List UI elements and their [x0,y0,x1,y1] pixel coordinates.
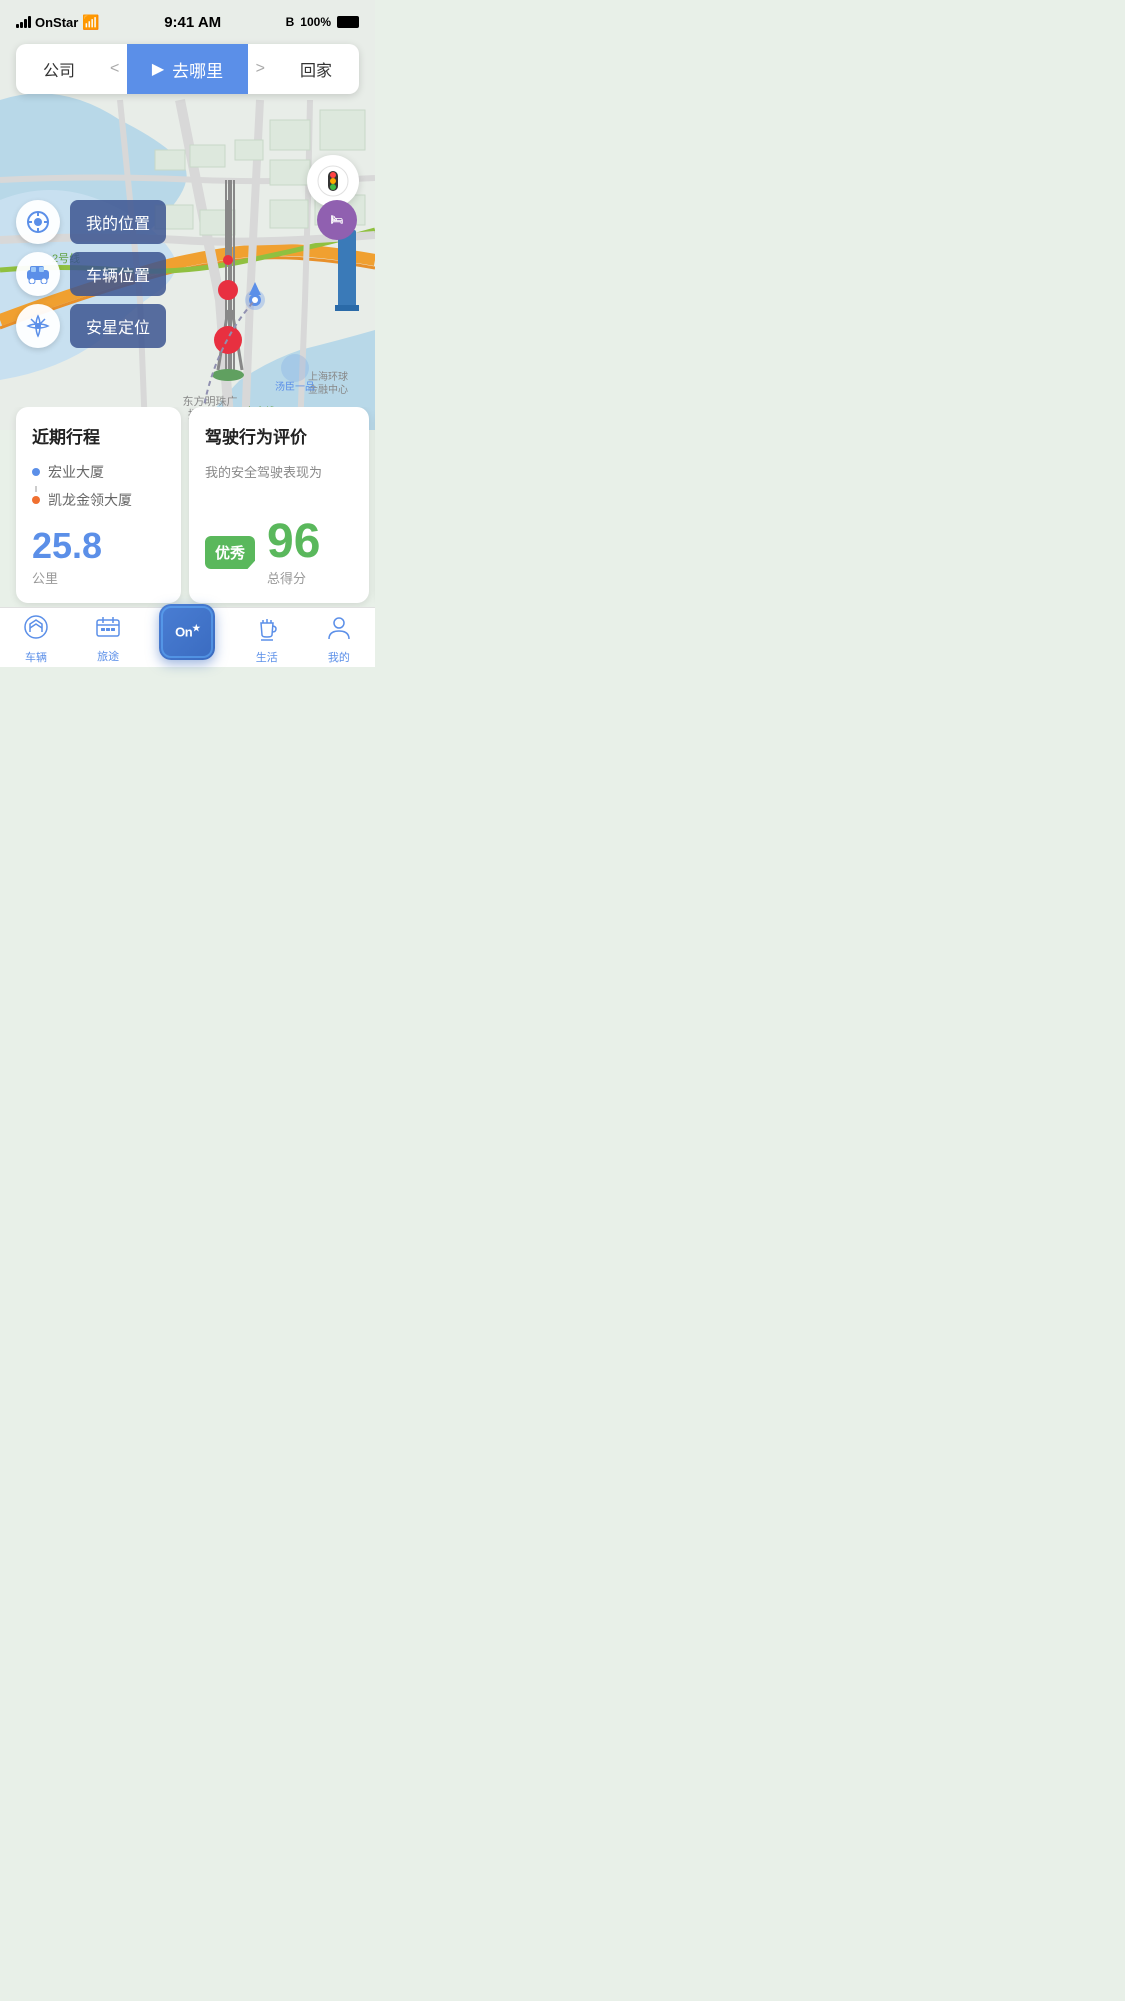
trip-icon [95,616,121,645]
mine-icon [327,615,351,646]
life-icon [255,615,279,646]
recent-trip-title: 近期行程 [32,423,165,448]
status-bar: OnStar 📶 9:41 AM B 100% [0,0,375,44]
vehicle-location-button[interactable]: 车辆位置 [16,252,166,296]
trip-unit: 公里 [32,568,165,587]
chevron-right-icon: > [256,60,265,78]
tab-center[interactable]: On★ [144,608,231,668]
driving-eval-title: 驾驶行为评价 [205,423,353,448]
driving-eval-card[interactable]: 驾驶行为评价 我的安全驾驶表现为 优秀 96 总得分 [189,407,369,603]
tab-vehicle[interactable]: 车辆 [0,610,72,665]
battery-icon [337,16,359,28]
tab-vehicle-label: 车辆 [25,649,47,665]
status-time: 9:41 AM [164,14,221,31]
bluetooth-icon: B [286,15,295,29]
search-bar: 公司 < ▶ 去哪里 > 回家 [16,44,359,94]
vehicle-icon [23,614,49,646]
company-button[interactable]: 公司 [16,57,102,81]
signal-icon [16,16,31,28]
traffic-camera-icon[interactable] [307,155,359,207]
battery-label: 100% [300,15,331,29]
onstar-icon: On★ [175,623,200,639]
score-label: 总得分 [267,568,320,587]
svg-text:汤臣一品: 汤臣一品 [275,380,315,393]
tab-trip-label: 旅途 [97,648,119,664]
vehicle-location-label[interactable]: 车辆位置 [70,252,166,296]
svg-text:东方明珠广: 东方明珠广 [183,394,238,408]
tab-mine-label: 我的 [328,649,350,665]
home-label: 回家 [300,57,332,81]
carrier-label: OnStar [35,15,78,30]
navigate-button[interactable]: ▶ 去哪里 [127,44,247,94]
trip-distance: 25.8 [32,528,165,564]
map-location-buttons: 我的位置 车辆位置 安星定位 [16,200,166,348]
my-location-label[interactable]: 我的位置 [70,200,166,244]
tab-trip[interactable]: 旅途 [72,612,144,664]
nav-prev[interactable]: < [102,60,127,78]
wifi-icon: 📶 [82,14,99,31]
tab-life[interactable]: 生活 [231,611,303,665]
satellite-location-icon [16,304,60,348]
grade-badge: 优秀 [205,536,255,569]
hotel-icon: 🛏 [317,200,357,240]
vehicle-location-icon [16,252,60,296]
satellite-location-button[interactable]: 安星定位 [16,304,166,348]
trip-from: 宏业大厦 [32,462,165,482]
recent-trip-card[interactable]: 近期行程 宏业大厦 凯龙金领大厦 25.8 公里 [16,407,181,603]
chevron-left-icon: < [110,60,119,78]
navigate-label: 去哪里 [172,57,223,82]
driving-eval-subtitle: 我的安全驾驶表现为 [205,462,353,481]
score-number: 96 [267,518,320,566]
home-button[interactable]: 回家 [273,57,359,81]
driving-score-row: 优秀 96 总得分 [205,518,353,587]
from-dot [32,468,40,476]
my-location-icon [16,200,60,244]
tab-mine[interactable]: 我的 [303,611,375,665]
onstar-center-button[interactable]: On★ [159,604,215,660]
tab-life-label: 生活 [256,649,278,665]
trip-to: 凯龙金领大厦 [32,490,165,510]
bottom-cards: 近期行程 宏业大厦 凯龙金领大厦 25.8 公里 驾驶行为评价 我的安全驾驶表现… [0,407,375,607]
nav-next[interactable]: > [248,60,273,78]
satellite-location-label[interactable]: 安星定位 [70,304,166,348]
my-location-button[interactable]: 我的位置 [16,200,166,244]
navigate-icon: ▶ [152,59,164,79]
company-label: 公司 [43,57,75,81]
tab-bar: 车辆 旅途 On★ [0,607,375,667]
to-dot [32,496,40,504]
